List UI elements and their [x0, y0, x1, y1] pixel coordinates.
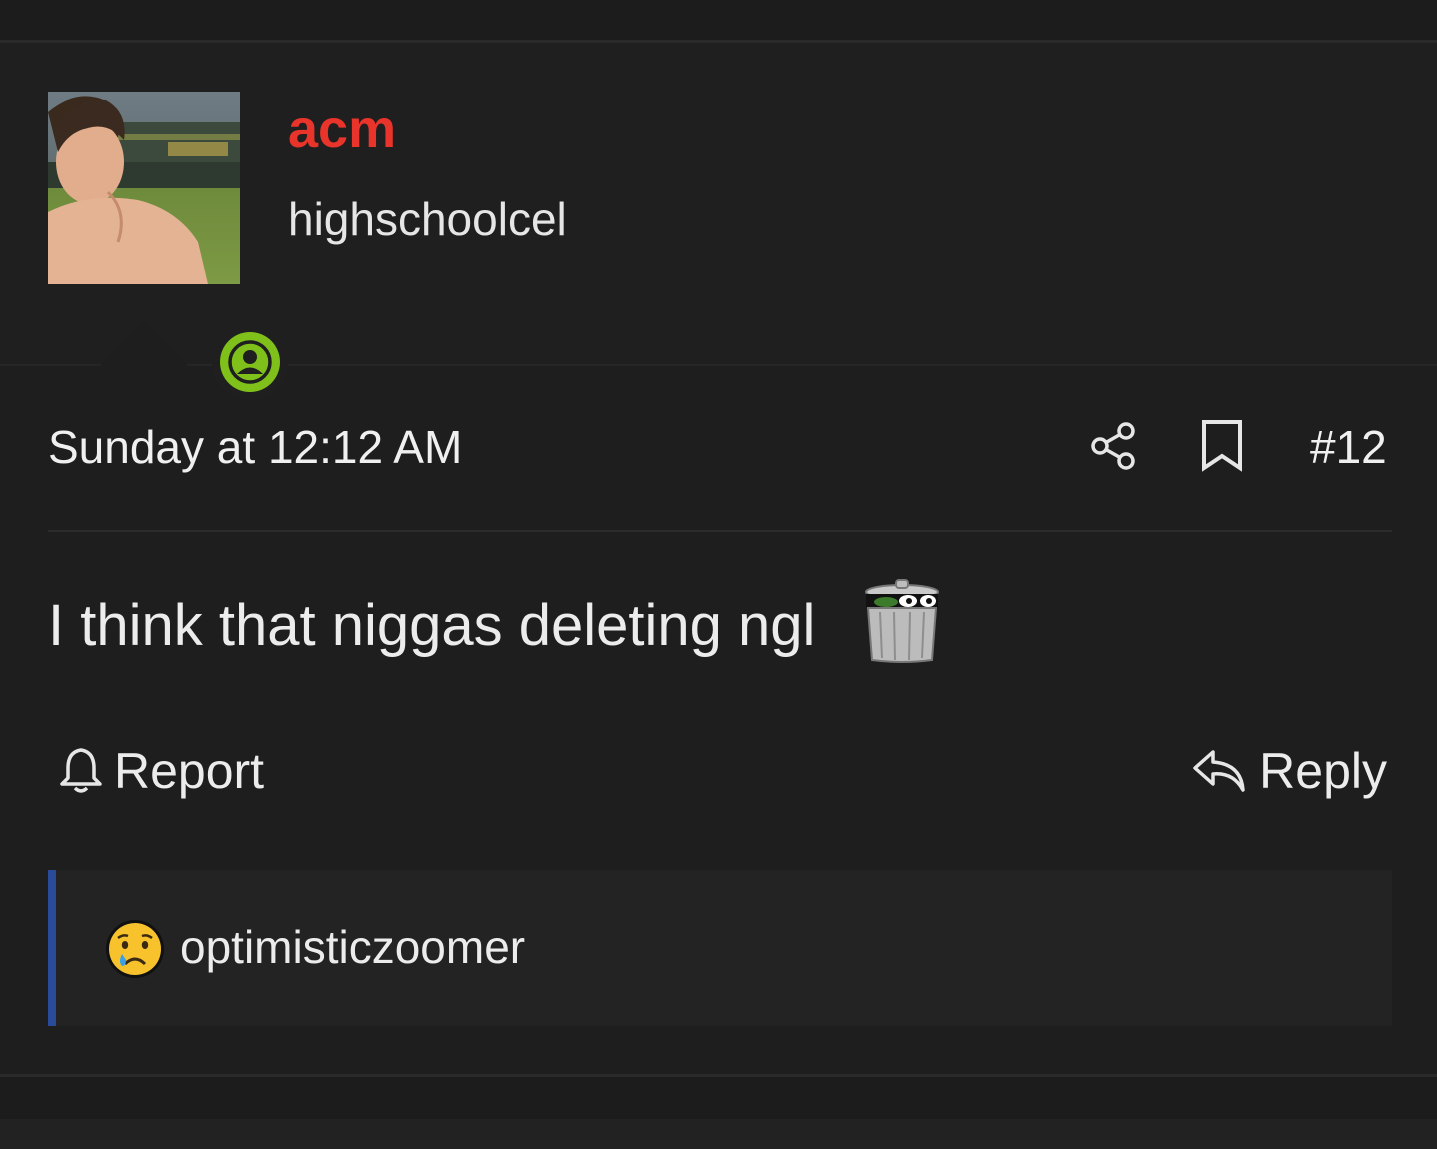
share-icon[interactable] — [1088, 420, 1140, 472]
trash-can-pepe-emoji — [865, 579, 939, 663]
post-number-link[interactable]: #12 — [1310, 420, 1387, 474]
avatar[interactable] — [48, 92, 288, 400]
post-divider — [48, 530, 1392, 532]
author-title: highschoolcel — [288, 193, 567, 245]
reactions-bar[interactable]: optimisticzoomer — [48, 870, 1392, 1026]
reply-button[interactable]: Reply — [1191, 738, 1387, 804]
online-status-badge — [212, 324, 288, 400]
reply-label: Reply — [1259, 743, 1387, 799]
post-message: I think that niggas deleting ngl — [48, 593, 816, 658]
reaction-users[interactable]: optimisticzoomer — [180, 920, 525, 974]
author-username[interactable]: acm — [288, 98, 396, 160]
bookmark-icon[interactable] — [1196, 418, 1248, 474]
bell-icon — [60, 748, 102, 793]
user-icon — [228, 340, 272, 384]
avatar-photo — [48, 92, 240, 284]
footer-strip — [0, 1077, 1437, 1119]
top-strip — [0, 0, 1437, 40]
author-caret — [100, 320, 188, 366]
crying-sad-face-emoji — [106, 920, 164, 978]
report-label: Report — [114, 743, 265, 799]
post-timestamp[interactable]: Sunday at 12:12 AM — [48, 420, 462, 474]
reply-arrow-icon — [1193, 750, 1245, 792]
online-indicator — [220, 332, 280, 392]
report-button[interactable]: Report — [58, 738, 264, 804]
bottom-strip — [0, 1119, 1437, 1149]
